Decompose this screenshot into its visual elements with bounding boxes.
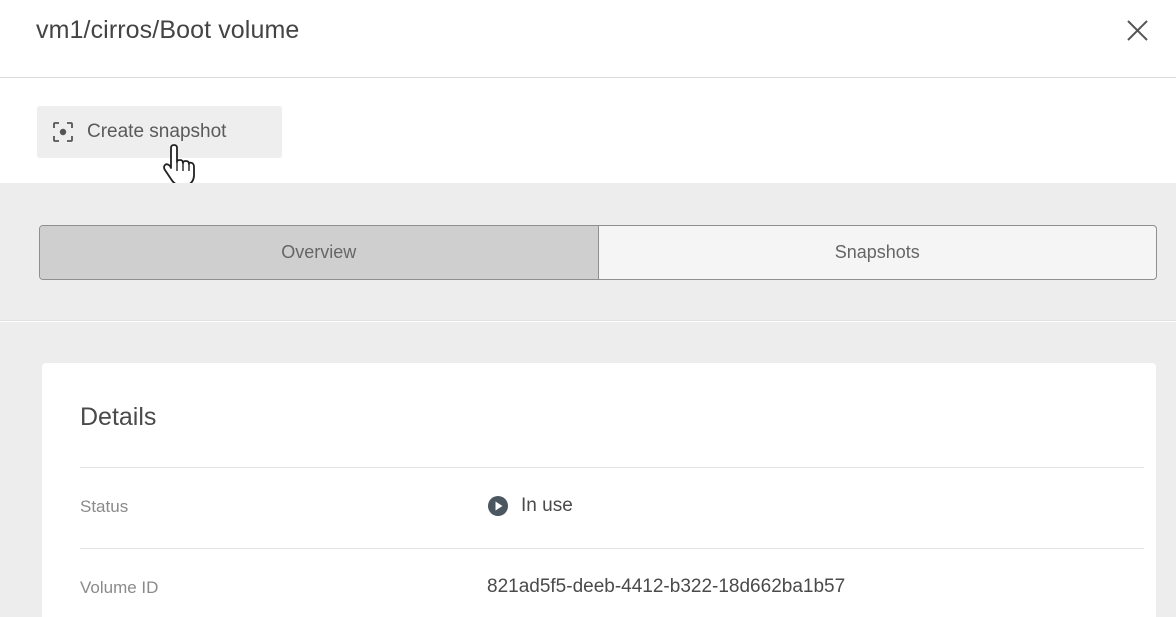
volume-id-label: Volume ID: [80, 578, 159, 597]
details-title: Details: [80, 403, 157, 431]
row-divider: [80, 548, 1144, 549]
details-card: Details Status In use Volume ID 821ad5f5…: [42, 363, 1156, 617]
details-divider: [80, 467, 1144, 468]
tab-overview[interactable]: Overview: [40, 226, 599, 279]
status-text: In use: [521, 495, 573, 516]
toolbar: Create snapshot: [0, 79, 1176, 183]
volume-id-value: 821ad5f5-deeb-4412-b322-18d662ba1b57: [487, 576, 846, 597]
close-button[interactable]: [1118, 12, 1158, 52]
content-area: Details Status In use Volume ID 821ad5f5…: [0, 322, 1176, 617]
panel-title: vm1/cirros/Boot volume: [36, 16, 300, 44]
close-icon: [1127, 20, 1148, 41]
panel-header: vm1/cirros/Boot volume: [0, 0, 1176, 78]
tab-bar: Overview Snapshots: [39, 225, 1157, 280]
snapshot-focus-icon: [52, 121, 74, 143]
create-snapshot-label: Create snapshot: [87, 121, 227, 142]
status-label: Status: [80, 497, 129, 516]
play-circle-icon: [487, 495, 509, 517]
tabs-area: Overview Snapshots: [0, 183, 1176, 321]
status-value: In use: [487, 495, 573, 517]
tab-snapshots[interactable]: Snapshots: [599, 226, 1157, 279]
volume-details-panel: vm1/cirros/Boot volume Create snapshot O…: [0, 0, 1176, 617]
create-snapshot-button[interactable]: Create snapshot: [37, 106, 282, 158]
